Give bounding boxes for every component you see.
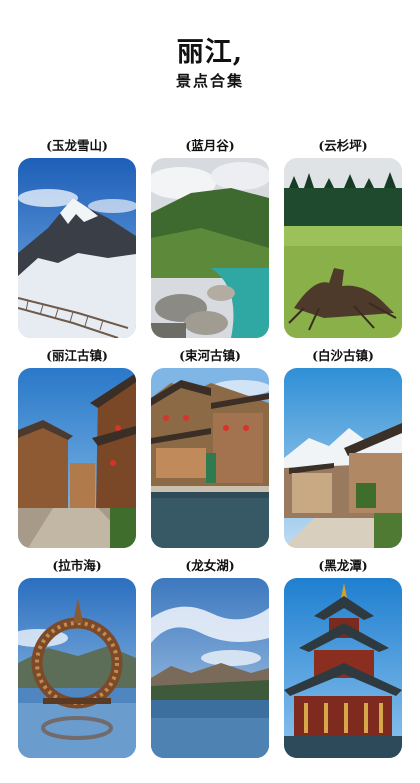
spot-card-baisha-old-town[interactable]: (白沙古镇)	[284, 346, 402, 548]
spot-photo-snow-mountain[interactable]	[18, 158, 136, 338]
spot-label: (拉市海)	[52, 558, 102, 573]
spot-label: (束河古镇)	[179, 348, 241, 363]
spot-photo-blue-moon-valley[interactable]	[151, 158, 269, 338]
spot-card-dragon-girl-lake[interactable]: (龙女湖)	[151, 556, 269, 758]
spot-card-shuhe-old-town[interactable]: (束河古镇)	[151, 346, 269, 548]
spot-photo-spruce-meadow[interactable]	[284, 158, 402, 338]
spot-card-lashi-lake[interactable]: (拉市海)	[18, 556, 136, 758]
page-title: 丽江,	[176, 37, 244, 68]
spot-card-black-dragon-pool[interactable]: (黑龙潭)	[284, 556, 402, 758]
spot-photo-lashi-lake[interactable]	[18, 578, 136, 758]
spot-photo-black-dragon-pool[interactable]	[284, 578, 402, 758]
spot-photo-shuhe-old-town[interactable]	[151, 368, 269, 548]
spot-label: (玉龙雪山)	[46, 138, 108, 153]
spot-label: (云杉坪)	[318, 138, 368, 153]
spot-label: (白沙古镇)	[312, 348, 374, 363]
spot-label: (黑龙潭)	[318, 558, 368, 573]
spot-card-lijiang-old-town[interactable]: (丽江古镇)	[18, 346, 136, 548]
spot-label: (蓝月谷)	[185, 138, 235, 153]
spot-card-yulong-snow-mountain[interactable]: (玉龙雪山)	[18, 136, 136, 338]
spot-card-spruce-meadow[interactable]: (云杉坪)	[284, 136, 402, 338]
spot-photo-dragon-girl-lake[interactable]	[151, 578, 269, 758]
page-subtitle: 景点合集	[175, 72, 244, 90]
spot-photo-baisha-old-town[interactable]	[284, 368, 402, 548]
spot-card-blue-moon-valley[interactable]: (蓝月谷)	[151, 136, 269, 338]
title-block: 丽江, 景点合集	[0, 38, 420, 91]
spot-label: (丽江古镇)	[46, 348, 108, 363]
spot-label: (龙女湖)	[185, 558, 235, 573]
spot-photo-lijiang-old-town[interactable]	[18, 368, 136, 548]
